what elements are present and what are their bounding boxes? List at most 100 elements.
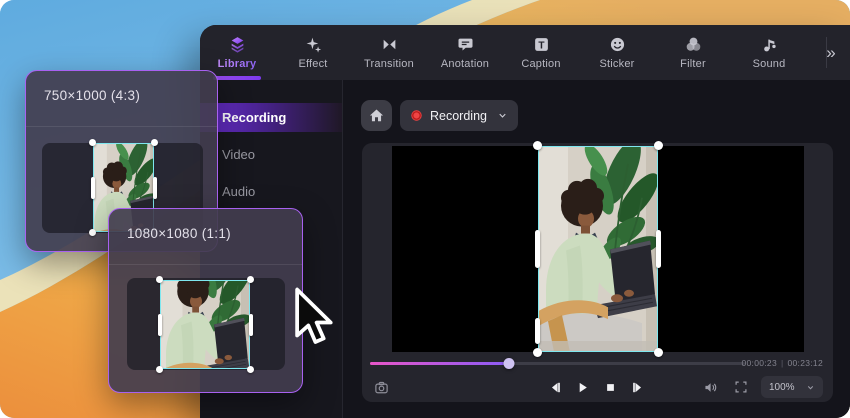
- play-button[interactable]: [572, 376, 594, 398]
- fullscreen-icon: [735, 381, 747, 393]
- toolbar-more-button[interactable]: »: [818, 25, 844, 80]
- selection-handle: [247, 276, 254, 283]
- stop-button[interactable]: [600, 376, 622, 398]
- size-tooltip-1080x1080: 1080×1080 (1:1): [108, 208, 303, 393]
- selection-handle: [90, 176, 95, 199]
- timeline-row: 00:00:23 | 00:23:12: [370, 356, 823, 370]
- top-toolbar: Library Effect Transition Anotation T Ca…: [200, 25, 850, 80]
- tab-label: Effect: [298, 57, 328, 70]
- view-controls: 100%: [699, 376, 823, 398]
- seek-bar-thumb[interactable]: [503, 358, 515, 369]
- mouse-cursor: [295, 287, 333, 344]
- source-selector-label: Recording: [430, 108, 487, 123]
- chevron-down-icon: [807, 385, 814, 389]
- total-time: 00:23:12: [787, 358, 823, 368]
- selection-handle[interactable]: [535, 318, 540, 344]
- sidebar-item-label: Audio: [222, 184, 256, 199]
- record-dot-icon: [411, 110, 422, 121]
- home-icon: [369, 109, 384, 122]
- selection-handle: [151, 139, 158, 146]
- tab-label: Transition: [364, 57, 414, 70]
- video-canvas: [392, 141, 804, 357]
- active-tab-indicator: [213, 76, 261, 80]
- play-icon: [579, 382, 587, 392]
- tab-sticker[interactable]: Sticker: [588, 25, 646, 80]
- selection-handle: [156, 366, 163, 373]
- sidebar-item-video[interactable]: Video: [200, 140, 342, 169]
- transport-controls: [544, 376, 650, 398]
- stop-icon: [607, 383, 614, 391]
- tab-label: Sticker: [599, 57, 635, 70]
- source-selector-dropdown[interactable]: Recording: [400, 100, 518, 131]
- tab-sound[interactable]: Sound: [740, 25, 798, 80]
- selection-handle[interactable]: [656, 230, 661, 268]
- speaker-icon: [704, 382, 716, 392]
- tooltip-divider: [109, 264, 302, 265]
- next-frame-button[interactable]: [628, 376, 650, 398]
- sticker-icon: [610, 37, 624, 51]
- time-display: 00:00:23 | 00:23:12: [741, 358, 823, 368]
- step-backward-icon: [551, 382, 560, 392]
- selection-handle: [157, 313, 162, 336]
- selection-handle: [152, 176, 157, 199]
- toolbar-divider: [826, 37, 827, 68]
- tab-anotation[interactable]: Anotation: [436, 25, 494, 80]
- filter-icon: [686, 37, 700, 51]
- chevron-down-icon: [499, 113, 506, 118]
- player-controls: 100%: [370, 375, 823, 399]
- transition-icon: [383, 39, 395, 49]
- selection-handle: [156, 276, 163, 283]
- size-tooltip-title: 1080×1080 (1:1): [127, 226, 231, 241]
- clip-selection-border: [160, 280, 250, 369]
- tab-label: Caption: [521, 57, 561, 70]
- step-forward-icon: [633, 382, 642, 392]
- chevron-double-right-icon: »: [826, 42, 836, 62]
- selection-handle: [89, 229, 96, 236]
- camera-icon: [374, 381, 388, 393]
- sidebar-item-audio[interactable]: Audio: [200, 177, 342, 206]
- clip-selection-border: [538, 146, 658, 352]
- anotation-icon: [457, 38, 473, 50]
- screenshot-canvas: Library Effect Transition Anotation T Ca…: [0, 0, 850, 418]
- sound-icon: [763, 39, 776, 51]
- selection-handle: [247, 366, 254, 373]
- clip-thumbnail: [156, 276, 254, 373]
- tab-label: Library: [217, 57, 257, 70]
- tab-library[interactable]: Library: [208, 25, 266, 80]
- previous-frame-button[interactable]: [544, 376, 566, 398]
- seek-bar[interactable]: [370, 358, 745, 369]
- volume-button[interactable]: [699, 376, 721, 398]
- sidebar-item-label: Recording: [222, 110, 287, 125]
- preview-area: Recording 00:00:23 | 00:23:12 100%: [343, 80, 850, 418]
- sidebar-item-recording[interactable]: Recording: [200, 103, 342, 132]
- fullscreen-button[interactable]: [730, 376, 752, 398]
- selection-handle[interactable]: [535, 230, 540, 268]
- selection-handle: [89, 139, 96, 146]
- time-separator: |: [780, 358, 784, 368]
- tab-transition[interactable]: Transition: [360, 25, 418, 80]
- tab-effect[interactable]: Effect: [284, 25, 342, 80]
- zoom-level-dropdown[interactable]: 100%: [761, 376, 823, 398]
- effect-icon: [306, 37, 321, 53]
- tab-label: Anotation: [440, 57, 490, 70]
- seek-bar-progress: [370, 362, 509, 365]
- selection-handle[interactable]: [654, 141, 663, 150]
- svg-text:T: T: [538, 40, 545, 51]
- caption-icon: T: [534, 37, 548, 51]
- home-button[interactable]: [361, 100, 392, 131]
- tab-label: Filter: [680, 57, 706, 70]
- video-clip[interactable]: [533, 141, 663, 357]
- size-tooltip-title: 750×1000 (4:3): [44, 88, 141, 103]
- zoom-level-value: 100%: [769, 381, 795, 393]
- tab-caption[interactable]: T Caption: [512, 25, 570, 80]
- tooltip-divider: [26, 126, 217, 127]
- snapshot-button[interactable]: [370, 376, 392, 398]
- library-icon: [231, 36, 243, 53]
- current-time: 00:00:23: [741, 358, 777, 368]
- sidebar-item-label: Video: [222, 147, 256, 162]
- selection-handle[interactable]: [533, 141, 542, 150]
- selection-handle: [248, 313, 253, 336]
- tab-filter[interactable]: Filter: [664, 25, 722, 80]
- player-panel: 00:00:23 | 00:23:12 100%: [362, 141, 833, 402]
- tab-label: Sound: [752, 57, 786, 70]
